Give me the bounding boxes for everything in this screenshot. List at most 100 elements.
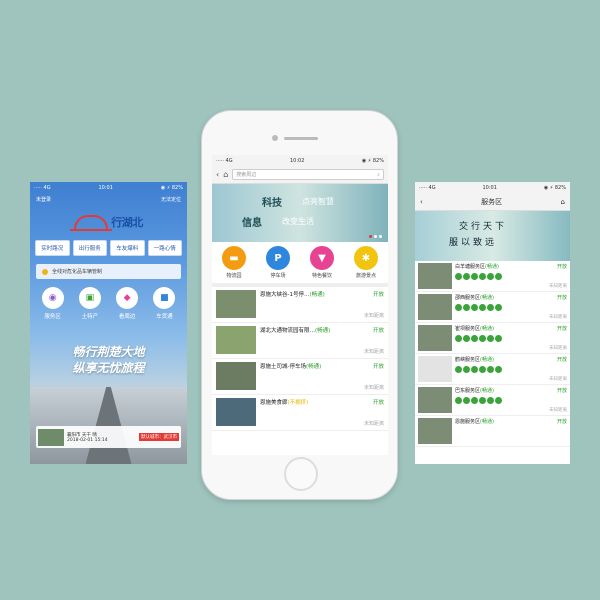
carousel-dot xyxy=(369,235,372,238)
list-item[interactable]: 恩施大峡谷-1号停…(畅通) 开放 未知距离 xyxy=(212,287,388,323)
item-distance: 未知距离 xyxy=(549,408,567,413)
item-open: 开放 xyxy=(556,264,567,270)
list-item-line: 恩施服务区(畅通) 开放 xyxy=(455,418,567,425)
list-item-title: 鹤峡服务区(畅通) xyxy=(455,356,494,363)
slogan-line-1: 畅行荆楚大地 xyxy=(72,345,145,359)
banner-word-3: 信息 xyxy=(242,218,262,229)
item-name: 鹤峡服务区 xyxy=(455,357,481,363)
banner[interactable]: 交行天下 服以致远 xyxy=(415,211,570,261)
item-status: (畅通) xyxy=(480,295,494,301)
amenity-icon xyxy=(463,304,470,311)
item-open: 开放 xyxy=(556,357,567,363)
amenity-icon xyxy=(495,273,502,280)
list-item-line: 湖北大通物流园有限…(畅通) 开放 xyxy=(260,326,384,334)
banner-word-2: 点亮智慧 xyxy=(302,197,334,206)
home-button[interactable] xyxy=(284,457,318,491)
page-title: 服务区 xyxy=(481,197,503,206)
status-bar: ····· 4G 10:02 ◉ ⚡ 82% xyxy=(212,155,388,166)
list-item[interactable]: 邵西服务区(畅通) 开放 未知距离 xyxy=(415,292,570,323)
notice-bar[interactable]: 全线对危化品车辆管制 xyxy=(36,264,181,279)
back-icon[interactable]: ‹ xyxy=(216,170,219,179)
feature-specialty[interactable]: ▣ 土特产 xyxy=(71,287,108,320)
amenity-icon xyxy=(471,304,478,311)
category-scenic[interactable]: ✱ 旅游景点 xyxy=(344,246,388,279)
item-open: 开放 xyxy=(372,364,384,370)
list-item-title: 白羊塘服务区(畅通) xyxy=(455,263,499,270)
list-item[interactable]: 恩施土司城-停车场(畅通) 开放 未知距离 xyxy=(212,359,388,395)
thumbnail xyxy=(418,263,452,289)
home-icon[interactable]: ⌂ xyxy=(223,170,228,179)
list-item[interactable]: 湖北大通物流园有限…(畅通) 开放 未知距离 xyxy=(212,323,388,359)
list-item-title: 巴东服务区(畅通) xyxy=(455,387,494,394)
list-item-body: 恩施大峡谷-1号停…(畅通) 开放 未知距离 xyxy=(260,290,384,319)
item-open: 开放 xyxy=(556,326,567,332)
tab-mood[interactable]: 一路心情 xyxy=(147,240,182,256)
battery-text: ◉ ⚡ 82% xyxy=(361,157,384,164)
amenity-icon xyxy=(455,335,462,342)
location-text[interactable]: 无法定位 xyxy=(161,196,181,203)
list-item-line: 恩施美食廊(不拥挤) 开放 xyxy=(260,398,384,406)
list-item[interactable]: 恩施服务区(畅通) 开放 xyxy=(415,416,570,447)
amenity-icon xyxy=(471,273,478,280)
item-name: 恩施土司城-停车场 xyxy=(260,364,306,370)
tab-realtime[interactable]: 实时路况 xyxy=(35,240,70,256)
category-parking[interactable]: P 停车场 xyxy=(256,246,300,279)
notice-icon xyxy=(42,268,48,275)
category-label: 物流园 xyxy=(226,273,242,279)
banner-line-1: 交行天下 xyxy=(459,222,508,232)
image-placeholder-icon xyxy=(418,356,452,382)
center-app-screen: ····· 4G 10:02 ◉ ⚡ 82% ‹ ⌂ 搜索周边 ⌕ 科技 点亮智… xyxy=(212,155,388,455)
feature-freight[interactable]: ■ 车货通 xyxy=(146,287,183,320)
list-item-title: 恩施大峡谷-1号停…(畅通) xyxy=(260,290,325,298)
item-status: (畅通) xyxy=(485,264,499,270)
amenity-icon xyxy=(479,304,486,311)
battery-text: ◉ ⚡ 82% xyxy=(543,184,566,191)
amenity-icon xyxy=(455,273,462,280)
list-item-body: 巴东服务区(畅通) 开放 未知距离 xyxy=(455,387,567,413)
search-input[interactable]: 搜索周边 ⌕ xyxy=(232,169,384,180)
amenity-icon xyxy=(479,397,486,404)
list-item[interactable]: 鹤峡服务区(畅通) 开放 未知距离 xyxy=(415,354,570,385)
amenity-icon xyxy=(471,397,478,404)
item-distance: 未知距离 xyxy=(549,346,567,351)
basket-icon: ▣ xyxy=(78,287,101,309)
list-item[interactable]: 巴东服务区(畅通) 开放 未知距离 xyxy=(415,385,570,416)
slogan: 畅行荆楚大地 纵享无忧旅程 xyxy=(30,344,187,376)
back-icon[interactable]: ‹ xyxy=(420,198,423,206)
amenity-icon xyxy=(463,335,470,342)
item-distance: 未知距离 xyxy=(363,349,384,355)
category-logistics[interactable]: ▬ 物流园 xyxy=(212,246,256,279)
amenity-icons xyxy=(455,335,567,342)
item-status: (畅通) xyxy=(480,388,494,394)
list-item-title: 湖北大通物流园有限…(畅通) xyxy=(260,326,330,334)
amenity-icon xyxy=(487,273,494,280)
amenity-icons xyxy=(455,366,567,373)
list-item[interactable]: 崔坝服务区(畅通) 开放 未知距离 xyxy=(415,323,570,354)
list-item-line: 巴东服务区(畅通) 开放 xyxy=(455,387,567,394)
speaker-icon xyxy=(284,137,318,140)
feature-nearby[interactable]: ◆ 看周边 xyxy=(109,287,146,320)
tab-service[interactable]: 出行服务 xyxy=(72,240,107,256)
list-item[interactable]: 恩施美食廊(不拥挤) 开放 未知距离 xyxy=(212,395,388,431)
carousel-dot xyxy=(374,235,377,238)
home-icon[interactable]: ⌂ xyxy=(561,198,565,206)
item-open: 开放 xyxy=(372,328,384,334)
tab-reports[interactable]: 车友爆料 xyxy=(110,240,145,256)
login-link[interactable]: 未登录 xyxy=(36,196,51,203)
feature-service-area[interactable]: ◉ 服务区 xyxy=(34,287,71,320)
banner-line-2: 服以致远 xyxy=(449,238,498,248)
list-item-line: 恩施大峡谷-1号停…(畅通) 开放 xyxy=(260,290,384,298)
feature-label: 车货通 xyxy=(156,314,173,320)
list-item-line: 崔坝服务区(畅通) 开放 xyxy=(455,325,567,332)
amenity-icons xyxy=(455,273,567,280)
banner[interactable]: 科技 点亮智慧 信息 改变生活 xyxy=(212,184,388,242)
amenity-icon xyxy=(479,335,486,342)
battery-text: ◉ ⚡ 82% xyxy=(160,184,183,191)
weather-card[interactable]: 襄阳市 天干 晴 2018-02-01 15:14 默认城市：武汉市 xyxy=(36,426,181,448)
city-badge[interactable]: 默认城市：武汉市 xyxy=(139,433,179,441)
amenity-icon xyxy=(455,304,462,311)
amenity-icon xyxy=(479,273,486,280)
list-item[interactable]: 白羊塘服务区(畅通) 开放 未知距离 xyxy=(415,261,570,292)
list-item-line: 鹤峡服务区(畅通) 开放 xyxy=(455,356,567,363)
category-dining[interactable]: ▼ 特色餐饮 xyxy=(300,246,344,279)
